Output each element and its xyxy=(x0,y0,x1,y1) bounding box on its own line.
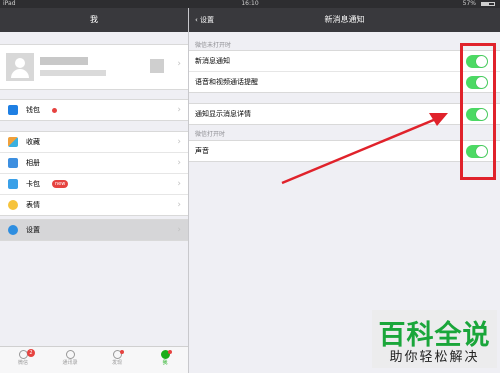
watermark: 百科全说 助你轻松解决 xyxy=(372,310,497,368)
watermark-subtitle: 助你轻松解决 xyxy=(389,350,480,365)
